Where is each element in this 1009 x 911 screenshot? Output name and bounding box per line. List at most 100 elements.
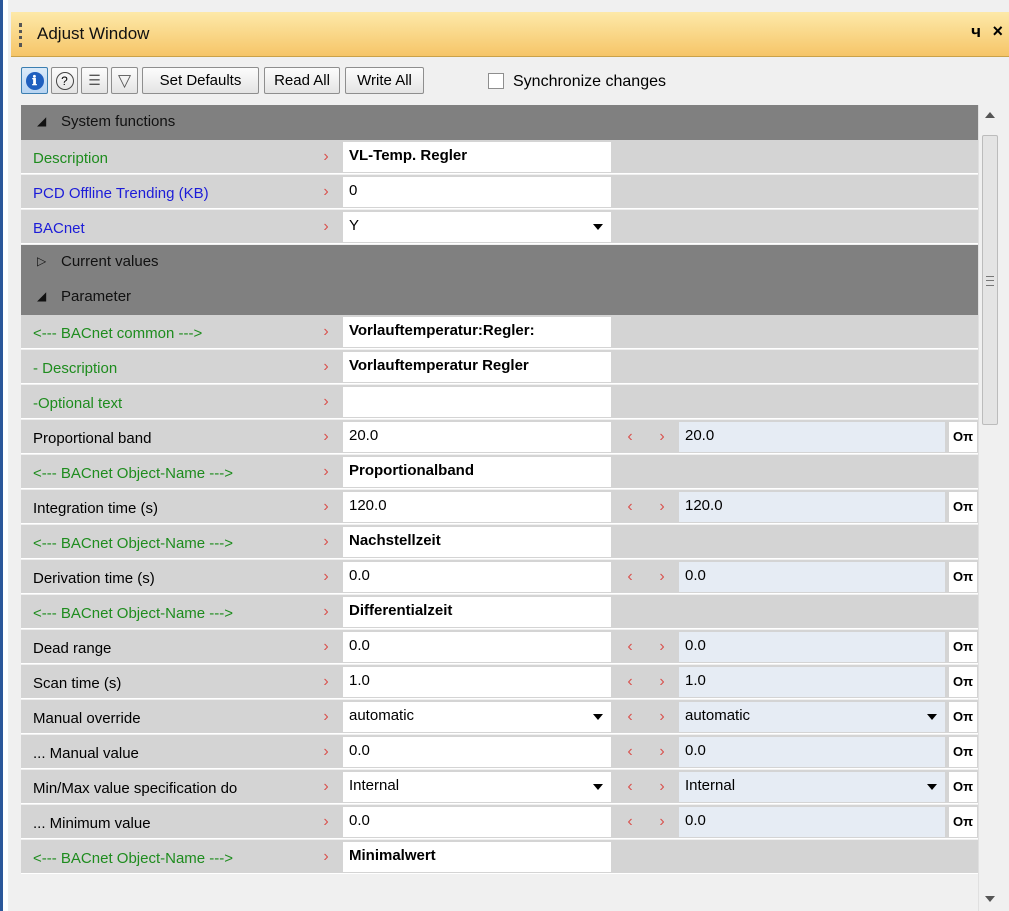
key-icon[interactable]: Oπ [949,807,977,837]
write-arrow-button[interactable]: › [311,702,341,732]
value-field[interactable]: Internal [343,772,611,802]
write-arrow-button[interactable]: › [647,772,677,802]
property-label[interactable]: <--- BACnet Object-Name ---> [21,840,307,874]
device-value-field[interactable]: Internal [679,772,945,802]
read-arrow-button[interactable]: ‹ [615,807,645,837]
write-arrow-button[interactable]: › [311,632,341,662]
property-label[interactable]: Manual override [21,700,307,734]
write-all-button[interactable]: Write All [345,67,424,94]
property-label[interactable]: -Optional text [21,385,307,419]
property-label[interactable]: <--- BACnet Object-Name ---> [21,595,307,629]
property-label[interactable]: <--- BACnet common ---> [21,315,307,349]
key-icon[interactable]: Oπ [949,702,977,732]
expand-arrow-icon[interactable]: ▷ [37,254,46,268]
collapse-arrow-icon[interactable]: ◢ [37,114,46,128]
dropdown-arrow-icon[interactable] [593,784,603,790]
write-arrow-button[interactable]: › [311,387,341,417]
value-field[interactable]: Vorlauftemperatur Regler [343,352,611,382]
read-arrow-button[interactable]: ‹ [615,667,645,697]
write-arrow-button[interactable]: › [647,702,677,732]
close-icon[interactable]: × [992,21,1003,42]
value-field[interactable]: Nachstellzeit [343,527,611,557]
value-field[interactable]: Minimalwert [343,842,611,872]
key-icon[interactable]: Oπ [949,562,977,592]
read-all-button[interactable]: Read All [264,67,340,94]
write-arrow-button[interactable]: › [647,422,677,452]
property-label[interactable]: Integration time (s) [21,490,307,524]
scroll-up-icon[interactable] [985,112,995,118]
value-field[interactable]: Differentialzeit [343,597,611,627]
write-arrow-button[interactable]: › [311,492,341,522]
property-label[interactable]: ... Minimum value [21,805,307,839]
value-field[interactable]: 20.0 [343,422,611,452]
write-arrow-button[interactable]: › [311,667,341,697]
key-icon[interactable]: Oπ [949,492,977,522]
property-label[interactable]: PCD Offline Trending (KB) [21,175,307,209]
pin-icon[interactable]: ч [971,22,981,42]
read-arrow-button[interactable]: ‹ [615,492,645,522]
key-icon[interactable]: Oπ [949,632,977,662]
property-label[interactable]: - Description [21,350,307,384]
info-button[interactable]: ℹ [21,67,48,94]
value-field[interactable]: Vorlauftemperatur:Regler: [343,317,611,347]
write-arrow-button[interactable]: › [311,527,341,557]
value-field[interactable]: 1.0 [343,667,611,697]
read-arrow-button[interactable]: ‹ [615,632,645,662]
category-row[interactable]: ◢ Parameter [21,280,978,315]
property-label[interactable]: Scan time (s) [21,665,307,699]
write-arrow-button[interactable]: › [311,177,341,207]
value-field[interactable]: 120.0 [343,492,611,522]
dropdown-arrow-icon[interactable] [927,784,937,790]
device-value-field[interactable]: 0.0 [679,737,945,767]
help-button[interactable]: ? [51,67,78,94]
value-field[interactable]: 0.0 [343,632,611,662]
read-arrow-button[interactable]: ‹ [615,422,645,452]
key-icon[interactable]: Oπ [949,667,977,697]
property-label[interactable]: Dead range [21,630,307,664]
drag-grip-icon[interactable] [19,23,25,47]
value-field[interactable]: automatic [343,702,611,732]
property-label[interactable]: Description [21,140,307,174]
dropdown-arrow-icon[interactable] [927,714,937,720]
dropdown-arrow-icon[interactable] [593,224,603,230]
read-arrow-button[interactable]: ‹ [615,737,645,767]
device-value-field[interactable]: automatic [679,702,945,732]
value-field[interactable]: 0.0 [343,562,611,592]
property-label[interactable]: ... Manual value [21,735,307,769]
key-icon[interactable]: Oπ [949,737,977,767]
write-arrow-button[interactable]: › [647,737,677,767]
read-arrow-button[interactable]: ‹ [615,702,645,732]
write-arrow-button[interactable]: › [311,457,341,487]
key-icon[interactable]: Oπ [949,772,977,802]
set-defaults-button[interactable]: Set Defaults [142,67,259,94]
write-arrow-button[interactable]: › [311,212,341,242]
write-arrow-button[interactable]: › [311,142,341,172]
device-value-field[interactable]: 0.0 [679,632,945,662]
list-button[interactable]: ☰ [81,67,108,94]
write-arrow-button[interactable]: › [311,842,341,872]
property-label[interactable]: <--- BACnet Object-Name ---> [21,525,307,559]
value-field[interactable]: Proportionalband [343,457,611,487]
write-arrow-button[interactable]: › [311,422,341,452]
category-row[interactable]: ◢ System functions [21,105,978,140]
scroll-down-icon[interactable] [985,896,995,902]
device-value-field[interactable]: 0.0 [679,562,945,592]
synchronize-checkbox[interactable] [488,73,504,89]
filter-button[interactable]: ▽ [111,67,138,94]
title-bar[interactable]: Adjust Window ч × [11,12,1009,57]
write-arrow-button[interactable]: › [311,737,341,767]
value-field[interactable] [343,387,611,417]
write-arrow-button[interactable]: › [647,562,677,592]
scrollbar-thumb[interactable] [982,135,998,425]
value-field[interactable]: 0.0 [343,807,611,837]
write-arrow-button[interactable]: › [311,352,341,382]
write-arrow-button[interactable]: › [647,632,677,662]
value-field[interactable]: VL-Temp. Regler [343,142,611,172]
write-arrow-button[interactable]: › [647,667,677,697]
value-field[interactable]: 0 [343,177,611,207]
read-arrow-button[interactable]: ‹ [615,562,645,592]
category-row[interactable]: ▷ Current values [21,245,978,280]
write-arrow-button[interactable]: › [311,317,341,347]
write-arrow-button[interactable]: › [647,807,677,837]
read-arrow-button[interactable]: ‹ [615,772,645,802]
